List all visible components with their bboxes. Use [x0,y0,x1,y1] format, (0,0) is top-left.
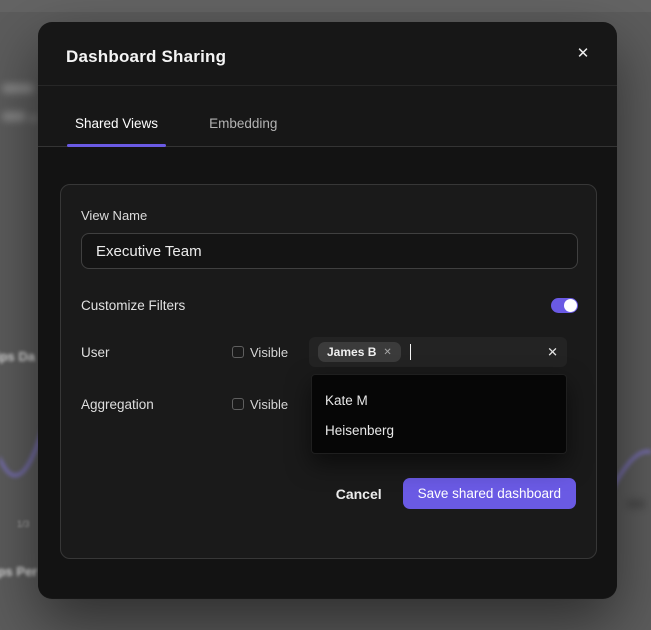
close-icon[interactable]: ✕ [571,41,595,65]
shared-view-form-card: View Name Customize Filters User Visible… [60,184,597,559]
view-name-label: View Name [81,208,147,223]
user-chip: James B ✕ [318,342,401,362]
aggregation-filter-label: Aggregation [81,397,232,412]
customize-filters-row: Customize Filters [81,295,578,315]
modal-tabbar: Shared Views Embedding [38,86,617,147]
tab-shared-views[interactable]: Shared Views [67,100,166,146]
modal-header: Dashboard Sharing ✕ [38,22,617,86]
chip-remove-icon[interactable]: ✕ [383,347,391,358]
cancel-button[interactable]: Cancel [336,486,382,502]
aggregation-visible-checkbox-group[interactable]: Visible [232,397,309,412]
aggregation-visible-checkbox[interactable] [232,398,244,410]
save-shared-dashboard-button[interactable]: Save shared dashboard [403,478,576,509]
toggle-knob [564,299,577,312]
dashboard-sharing-modal: Dashboard Sharing ✕ Shared Views Embeddi… [38,22,617,599]
form-footer: Cancel Save shared dashboard [336,478,576,509]
user-filter-row: User Visible James B ✕ ✕ [81,337,567,367]
clear-input-icon[interactable]: ✕ [547,346,558,359]
dropdown-option-kate-m[interactable]: Kate M [312,385,566,415]
user-chip-label: James B [327,345,376,359]
user-visible-checkbox[interactable] [232,346,244,358]
text-cursor [410,344,411,360]
user-filter-value-input[interactable]: James B ✕ ✕ [309,337,567,367]
user-visible-checkbox-group[interactable]: Visible [232,345,309,360]
tab-embedding[interactable]: Embedding [201,100,285,146]
modal-title: Dashboard Sharing [66,47,226,67]
dropdown-option-heisenberg[interactable]: Heisenberg [312,415,566,445]
view-name-input[interactable] [81,233,578,269]
user-visible-label: Visible [250,345,288,360]
user-filter-label: User [81,345,232,360]
customize-filters-toggle[interactable] [551,298,578,313]
user-options-dropdown: Kate M Heisenberg [311,374,567,454]
modal-body: View Name Customize Filters User Visible… [38,147,617,598]
aggregation-visible-label: Visible [250,397,288,412]
customize-filters-label: Customize Filters [81,298,185,313]
